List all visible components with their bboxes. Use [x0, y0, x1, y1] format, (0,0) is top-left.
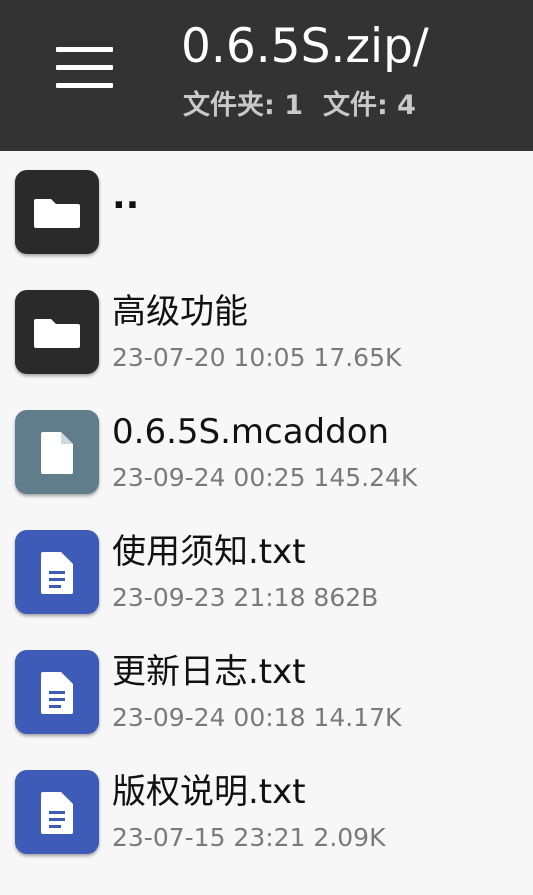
entry-meta: 23-07-15 23:21 2.09K [112, 823, 386, 852]
text-file-icon [15, 530, 99, 614]
entry-name: 高级功能 [112, 292, 248, 332]
list-item-file[interactable]: 0.6.5S.mcaddon 23-09-24 00:25 145.24K [0, 410, 533, 530]
folder-icon [15, 170, 99, 254]
hamburger-menu-icon-line [56, 83, 113, 88]
entry-name: 更新日志.txt [112, 652, 306, 692]
parent-directory-label: .. [112, 176, 140, 217]
list-item-text-file[interactable]: 更新日志.txt 23-09-24 00:18 14.17K [0, 650, 533, 770]
entry-name: 0.6.5S.mcaddon [112, 412, 390, 452]
text-file-icon [15, 770, 99, 854]
entry-meta: 23-09-23 21:18 862B [112, 583, 379, 612]
entry-meta: 23-07-20 10:05 17.65K [112, 343, 402, 372]
item-counts: 文件夹: 1 文件: 4 [183, 86, 523, 126]
entry-name: 版权说明.txt [112, 772, 306, 812]
path-title: 0.6.5S.zip/ [181, 19, 429, 74]
folder-count: 文件夹: 1 [183, 90, 303, 121]
list-item-parent-directory[interactable] [0, 170, 533, 290]
list-item-folder[interactable]: 高级功能 23-07-20 10:05 17.65K [0, 290, 533, 410]
menu-button[interactable] [50, 38, 118, 98]
file-icon [15, 410, 99, 494]
folder-icon [15, 290, 99, 374]
list-item-text-file[interactable]: 使用须知.txt 23-09-23 21:18 862B [0, 530, 533, 650]
entry-name: 使用须知.txt [112, 532, 306, 572]
hamburger-menu-icon-line [56, 47, 113, 52]
text-file-icon [15, 650, 99, 734]
app-header: 0.6.5S.zip/ 文件夹: 1 文件: 4 [0, 0, 533, 151]
hamburger-menu-icon-line [56, 65, 113, 70]
file-list: .. 高级功能 23-07-20 10:05 17.65K 0.6.5S.mca… [0, 151, 533, 895]
entry-meta: 23-09-24 00:18 14.17K [112, 703, 402, 732]
list-item-text-file[interactable]: 版权说明.txt 23-07-15 23:21 2.09K [0, 770, 533, 890]
file-count: 文件: 4 [322, 90, 416, 121]
entry-meta: 23-09-24 00:25 145.24K [112, 463, 418, 492]
